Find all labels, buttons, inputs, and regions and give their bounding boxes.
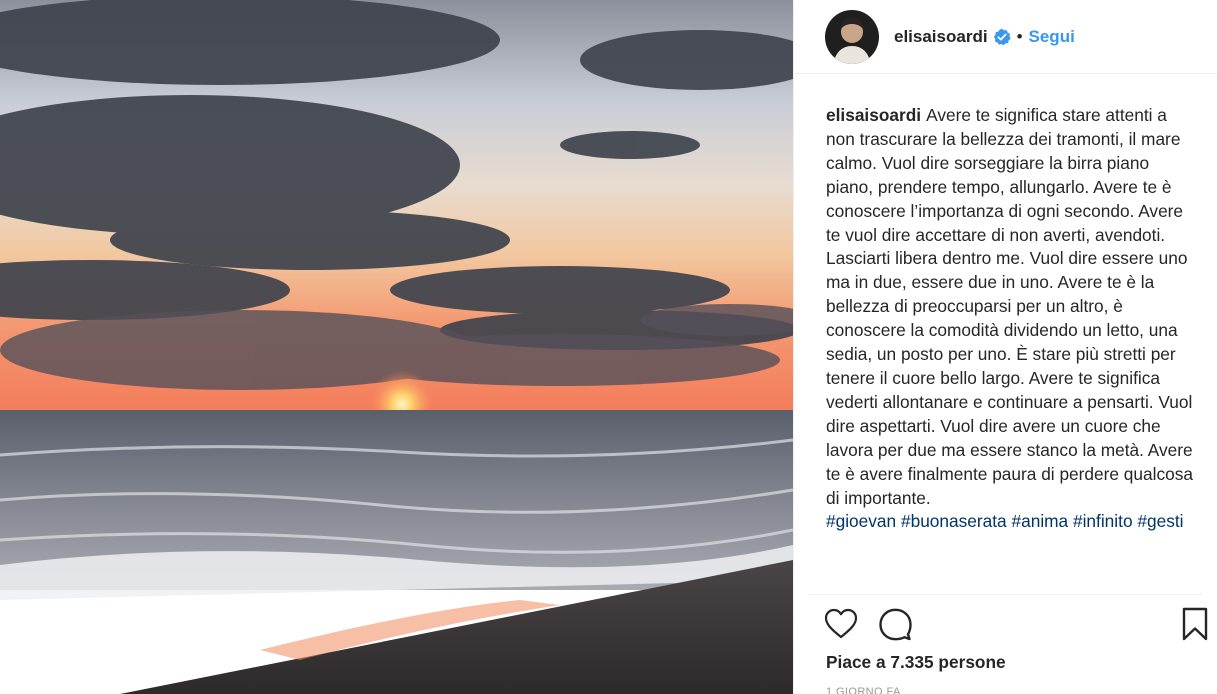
username[interactable]: elisaisoardi — [894, 27, 988, 47]
post-details-panel: elisaisoardi • Segui elisaisoardi Avere t… — [793, 0, 1217, 694]
post-timestamp[interactable]: 1 GIORNO FA — [826, 686, 901, 694]
hashtag-link[interactable]: #anima — [1011, 511, 1068, 531]
post-photo — [0, 0, 793, 694]
bookmark-icon — [1182, 607, 1208, 641]
comment-button[interactable] — [876, 604, 914, 644]
hashtag-link[interactable]: #gioevan — [826, 511, 896, 531]
save-button[interactable] — [1176, 604, 1214, 644]
like-button[interactable] — [822, 604, 860, 644]
hashtag-link[interactable]: #infinito — [1073, 511, 1133, 531]
verified-badge-icon — [993, 28, 1011, 46]
post-caption: elisaisoardi Avere te significa stare att… — [826, 104, 1196, 534]
post-header: elisaisoardi • Segui — [794, 0, 1217, 74]
heart-icon — [824, 608, 858, 639]
comment-bubble-icon — [879, 608, 912, 641]
follow-button[interactable]: Segui — [1029, 27, 1075, 47]
section-divider — [810, 594, 1202, 595]
sunset-seascape-image — [0, 0, 793, 694]
caption-text: Avere te significa stare attenti a non t… — [826, 105, 1193, 508]
hashtag-link[interactable]: #gesti — [1137, 511, 1183, 531]
post-actions-bar — [794, 604, 1217, 644]
header-separator: • — [1016, 26, 1023, 46]
likes-count[interactable]: Piace a 7.335 persone — [826, 652, 1006, 673]
hashtag-link[interactable]: #buonaserata — [901, 511, 1007, 531]
avatar[interactable] — [825, 9, 879, 64]
caption-author[interactable]: elisaisoardi — [826, 105, 921, 125]
